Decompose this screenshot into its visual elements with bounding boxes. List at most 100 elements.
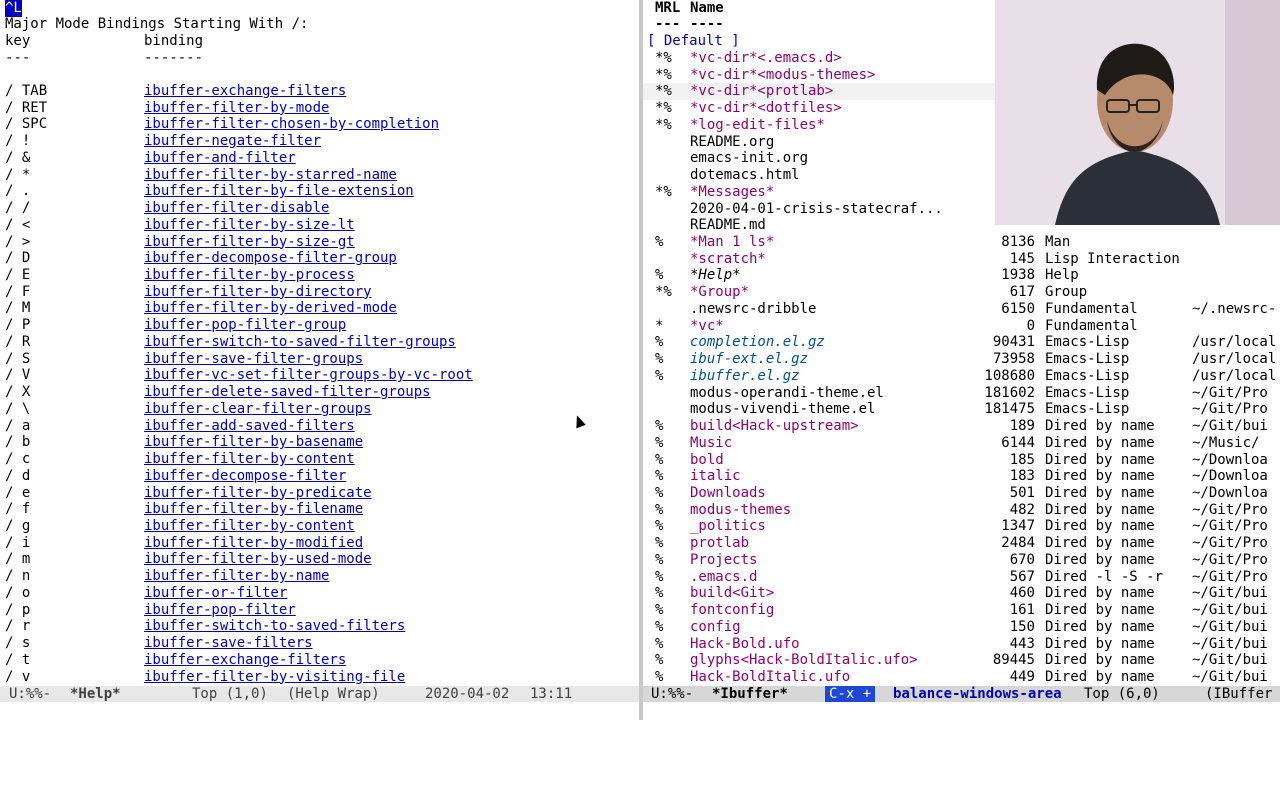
buffer-name[interactable]: *Messages* bbox=[690, 184, 774, 201]
command-link[interactable]: ibuffer-decompose-filter bbox=[144, 468, 346, 485]
buffer-size: 145 bbox=[1009, 250, 1035, 267]
modeline-modes[interactable]: (IBuffer bbox=[1205, 686, 1272, 702]
command-link[interactable]: ibuffer-filter-by-filename bbox=[144, 501, 363, 518]
command-link[interactable]: ibuffer-negate-filter bbox=[144, 133, 321, 150]
buffer-mark: % bbox=[655, 635, 664, 652]
buffer-name[interactable]: *Group* bbox=[690, 284, 749, 301]
buffer-name[interactable]: README.org bbox=[690, 134, 774, 151]
command-link[interactable]: ibuffer-exchange-filters bbox=[144, 652, 346, 669]
buffer-mark: *% bbox=[655, 83, 672, 100]
buffer-name[interactable]: .newsrc-dribble bbox=[690, 301, 816, 318]
buffer-name[interactable]: completion.el.gz bbox=[690, 334, 825, 351]
buffer-name[interactable]: *vc-dir*<.emacs.d> bbox=[690, 50, 842, 67]
buffer-name[interactable]: glyphs<Hack-BoldItalic.ufo> bbox=[690, 652, 918, 669]
key-sequence: / > bbox=[5, 233, 31, 250]
command-link[interactable]: ibuffer-delete-saved-filter-groups bbox=[144, 384, 431, 401]
buffer-name[interactable]: README.md bbox=[690, 217, 766, 234]
modeline-buffer-name[interactable]: *Help* bbox=[70, 686, 121, 702]
command-link[interactable]: ibuffer-filter-by-mode bbox=[144, 100, 329, 117]
buffer-name[interactable]: *scratch* bbox=[690, 251, 766, 268]
command-link[interactable]: ibuffer-filter-by-file-extension bbox=[144, 183, 414, 200]
buffer-name[interactable]: emacs-init.org bbox=[690, 150, 808, 167]
command-link[interactable]: ibuffer-decompose-filter-group bbox=[144, 250, 397, 267]
buffer-name[interactable]: .emacs.d bbox=[690, 569, 757, 586]
buffer-name[interactable]: dotemacs.html bbox=[690, 167, 800, 184]
modeline-modes[interactable]: (Help Wrap) bbox=[287, 686, 380, 702]
command-link[interactable]: ibuffer-filter-by-size-lt bbox=[144, 217, 355, 234]
help-modeline[interactable]: U:%%- *Help* Top (1,0) (Help Wrap) 2020-… bbox=[0, 686, 639, 702]
buffer-name[interactable]: *vc-dir*<modus-themes> bbox=[690, 67, 875, 84]
buffer-name[interactable]: fontconfig bbox=[690, 602, 774, 619]
command-link[interactable]: ibuffer-vc-set-filter-groups-by-vc-root bbox=[144, 367, 473, 384]
buffer-name[interactable]: italic bbox=[690, 468, 741, 485]
buffer-mode: Dired by name bbox=[1045, 451, 1155, 468]
command-link[interactable]: ibuffer-filter-by-size-gt bbox=[144, 234, 355, 251]
buffer-name[interactable]: ibuffer.el.gz bbox=[690, 368, 800, 385]
command-link[interactable]: ibuffer-filter-by-used-mode bbox=[144, 551, 372, 568]
buffer-name[interactable]: *vc-dir*<protlab> bbox=[690, 83, 833, 100]
command-link[interactable]: ibuffer-filter-chosen-by-completion bbox=[144, 116, 439, 133]
buffer-name[interactable]: 2020-04-01-crisis-statecraf... bbox=[690, 201, 943, 218]
buffer-name[interactable]: ibuf-ext.el.gz bbox=[690, 351, 808, 368]
buffer-name[interactable]: modus-operandi-theme.el bbox=[690, 385, 884, 402]
ibuffer-modeline[interactable]: U:%%- *Ibuffer* C-x + balance-windows-ar… bbox=[643, 686, 1280, 702]
command-link[interactable]: ibuffer-filter-by-derived-mode bbox=[144, 300, 397, 317]
buffer-mark: *% bbox=[655, 100, 672, 117]
buffer-name[interactable]: protlab bbox=[690, 535, 749, 552]
command-link[interactable]: ibuffer-and-filter bbox=[144, 150, 296, 167]
command-link[interactable]: ibuffer-filter-by-basename bbox=[144, 434, 363, 451]
buffer-name[interactable]: Hack-BoldItalic.ufo bbox=[690, 669, 850, 686]
command-link[interactable]: ibuffer-filter-disable bbox=[144, 200, 329, 217]
buffer-name[interactable]: modus-themes bbox=[690, 502, 791, 519]
buffer-size: 189 bbox=[1009, 418, 1035, 435]
command-link[interactable]: ibuffer-filter-by-modified bbox=[144, 535, 363, 552]
command-link[interactable]: ibuffer-save-filters bbox=[144, 635, 313, 652]
buffer-name[interactable]: config bbox=[690, 619, 741, 636]
command-link[interactable]: ibuffer-exchange-filters bbox=[144, 83, 346, 100]
buffer-name[interactable]: *Help* bbox=[690, 267, 741, 284]
buffer-name[interactable]: *log-edit-files* bbox=[690, 117, 825, 134]
buffer-mark: *% bbox=[655, 116, 672, 133]
modeline-position: Top (6,0) bbox=[1084, 686, 1160, 702]
buffer-size: 567 bbox=[1009, 568, 1035, 585]
buffer-mark: % bbox=[655, 652, 664, 669]
buffer-name[interactable]: build<Git> bbox=[690, 585, 774, 602]
help-window[interactable]: ^L Major Mode Bindings Starting With /: ke… bbox=[0, 0, 639, 686]
buffer-filename: ~/.newsrc- bbox=[1192, 300, 1277, 317]
command-link[interactable]: ibuffer-filter-by-name bbox=[144, 568, 329, 585]
buffer-name[interactable]: *Man 1 ls* bbox=[690, 234, 774, 251]
buffer-size: 90431 bbox=[992, 334, 1035, 351]
command-link[interactable]: ibuffer-filter-by-content bbox=[144, 451, 355, 468]
buffer-size: 73958 bbox=[992, 351, 1035, 368]
command-link[interactable]: ibuffer-switch-to-saved-filters bbox=[144, 618, 405, 635]
command-link[interactable]: ibuffer-filter-by-content bbox=[144, 518, 355, 535]
buffer-name[interactable]: _politics bbox=[690, 518, 766, 535]
buffer-name[interactable]: Projects bbox=[690, 552, 757, 569]
modeline-buffer-name[interactable]: *Ibuffer* bbox=[712, 686, 788, 702]
command-link[interactable]: ibuffer-switch-to-saved-filter-groups bbox=[144, 334, 456, 351]
command-link[interactable]: ibuffer-pop-filter bbox=[144, 602, 296, 619]
buffer-name[interactable]: bold bbox=[690, 452, 724, 469]
column-header-name[interactable]: Name bbox=[690, 0, 724, 17]
key-sequence: / s bbox=[5, 635, 31, 652]
buffer-name[interactable]: Downloads bbox=[690, 485, 766, 502]
command-link[interactable]: ibuffer-filter-by-starred-name bbox=[144, 167, 397, 184]
command-link[interactable]: ibuffer-add-saved-filters bbox=[144, 418, 355, 435]
command-link[interactable]: ibuffer-filter-by-predicate bbox=[144, 485, 372, 502]
buffer-name[interactable]: Music bbox=[690, 435, 732, 452]
command-link[interactable]: ibuffer-filter-by-visiting-file bbox=[144, 669, 405, 686]
filter-group-default[interactable]: [ Default ] bbox=[647, 33, 740, 50]
command-link[interactable]: ibuffer-pop-filter-group bbox=[144, 317, 346, 334]
buffer-name[interactable]: *vc* bbox=[690, 318, 724, 335]
command-link[interactable]: ibuffer-save-filter-groups bbox=[144, 351, 363, 368]
buffer-name[interactable]: *vc-dir*<dotfiles> bbox=[690, 100, 842, 117]
buffer-name[interactable]: Hack-Bold.ufo bbox=[690, 636, 800, 653]
buffer-mode: Dired by name bbox=[1045, 535, 1155, 552]
column-separator-mrl: --- bbox=[655, 16, 681, 32]
command-link[interactable]: ibuffer-or-filter bbox=[144, 585, 287, 602]
command-link[interactable]: ibuffer-filter-by-directory bbox=[144, 284, 372, 301]
buffer-name[interactable]: modus-vivendi-theme.el bbox=[690, 401, 875, 418]
command-link[interactable]: ibuffer-clear-filter-groups bbox=[144, 401, 372, 418]
command-link[interactable]: ibuffer-filter-by-process bbox=[144, 267, 355, 284]
buffer-name[interactable]: build<Hack-upstream> bbox=[690, 418, 859, 435]
